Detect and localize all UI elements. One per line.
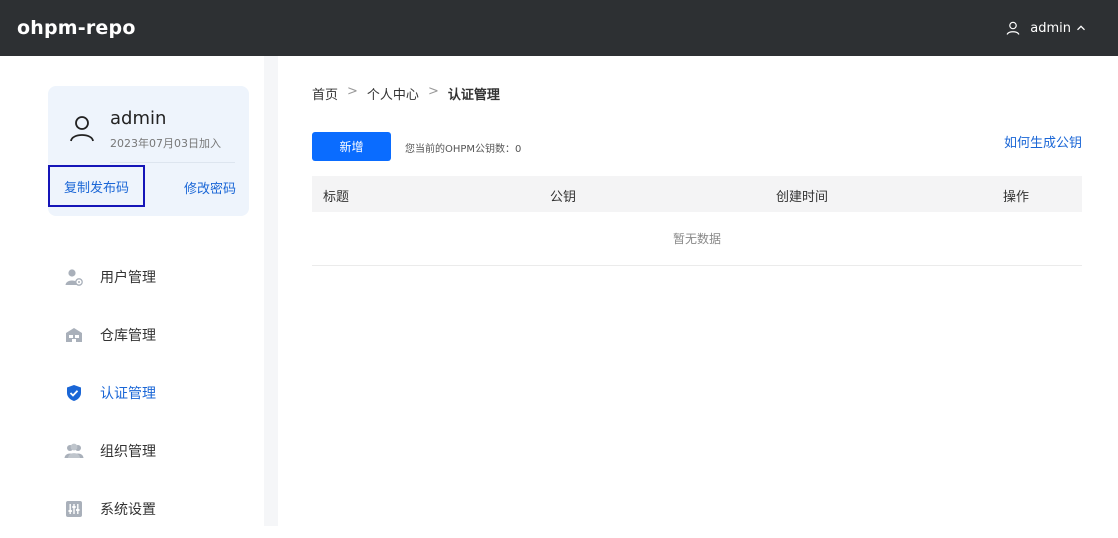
group-icon [64, 441, 84, 461]
sidebar-divider [264, 56, 278, 526]
how-to-generate-key-link[interactable]: 如何生成公钥 [1004, 132, 1082, 151]
add-button[interactable]: 新增 [312, 132, 391, 161]
breadcrumb-profile[interactable]: 个人中心 [367, 84, 419, 103]
sliders-icon [64, 499, 84, 519]
user-gear-icon [64, 267, 84, 287]
public-key-table: 标题 公钥 创建时间 操作 暂无数据 [312, 176, 1082, 266]
shield-check-icon [64, 383, 84, 403]
brand-logo-text[interactable]: ohpm-repo [17, 17, 136, 39]
sidebar-item-settings[interactable]: 系统设置 [64, 480, 156, 538]
user-menu[interactable]: admin [1006, 21, 1096, 36]
breadcrumb-separator: > [347, 84, 358, 99]
column-header-title: 标题 [323, 190, 350, 205]
sidebar-item-label: 系统设置 [100, 502, 156, 518]
sidebar-item-repositories[interactable]: 仓库管理 [64, 306, 156, 364]
change-password-button[interactable]: 修改密码 [184, 178, 236, 197]
public-key-count: 您当前的OHPM公钥数：0 [405, 144, 522, 155]
column-header-created-time: 创建时间 [776, 190, 829, 205]
profile-card: admin 2023年07月03日加入 复制发布码 修改密码 [48, 86, 249, 216]
sidebar-item-label: 用户管理 [100, 270, 156, 286]
copy-publish-code-button[interactable]: 复制发布码 [48, 165, 145, 207]
sidebar-item-label: 组织管理 [100, 444, 156, 460]
sidebar-item-label: 认证管理 [100, 386, 156, 402]
breadcrumb-separator: > [427, 84, 439, 99]
table-header: 标题 公钥 创建时间 操作 [312, 176, 1082, 212]
card-divider [110, 162, 235, 163]
column-header-public-key: 公钥 [550, 190, 577, 205]
main-content: 首页 > 个人中心 > 认证管理 新增 您当前的OHPM公钥数：0 如何生成公钥… [278, 56, 1118, 526]
sidebar-item-users[interactable]: 用户管理 [64, 248, 156, 306]
breadcrumb-current: 认证管理 [447, 88, 500, 103]
breadcrumb-home[interactable]: 首页 [312, 84, 338, 103]
user-icon [1006, 21, 1020, 35]
profile-join-date: 2023年07月03日加入 [110, 137, 221, 150]
chevron-up-icon [1077, 25, 1085, 31]
top-bar: ohpm-repo admin [0, 0, 1118, 56]
warehouse-icon [64, 325, 84, 345]
user-menu-name: admin [1030, 20, 1071, 36]
breadcrumb: 首页 > 个人中心 > 认证管理 [312, 84, 500, 103]
sidebar-item-label: 仓库管理 [100, 328, 156, 344]
sidebar-item-auth[interactable]: 认证管理 [64, 364, 156, 422]
sidebar-item-organizations[interactable]: 组织管理 [64, 422, 156, 480]
sidebar: admin 2023年07月03日加入 复制发布码 修改密码 用户管理 仓库管理… [0, 56, 264, 526]
column-header-actions: 操作 [1003, 190, 1030, 205]
table-empty-state: 暂无数据 [312, 212, 1082, 266]
profile-name: admin [110, 108, 167, 129]
avatar-icon [70, 116, 94, 142]
sidebar-nav: 用户管理 仓库管理 认证管理 组织管理 系统设置 [64, 248, 156, 538]
